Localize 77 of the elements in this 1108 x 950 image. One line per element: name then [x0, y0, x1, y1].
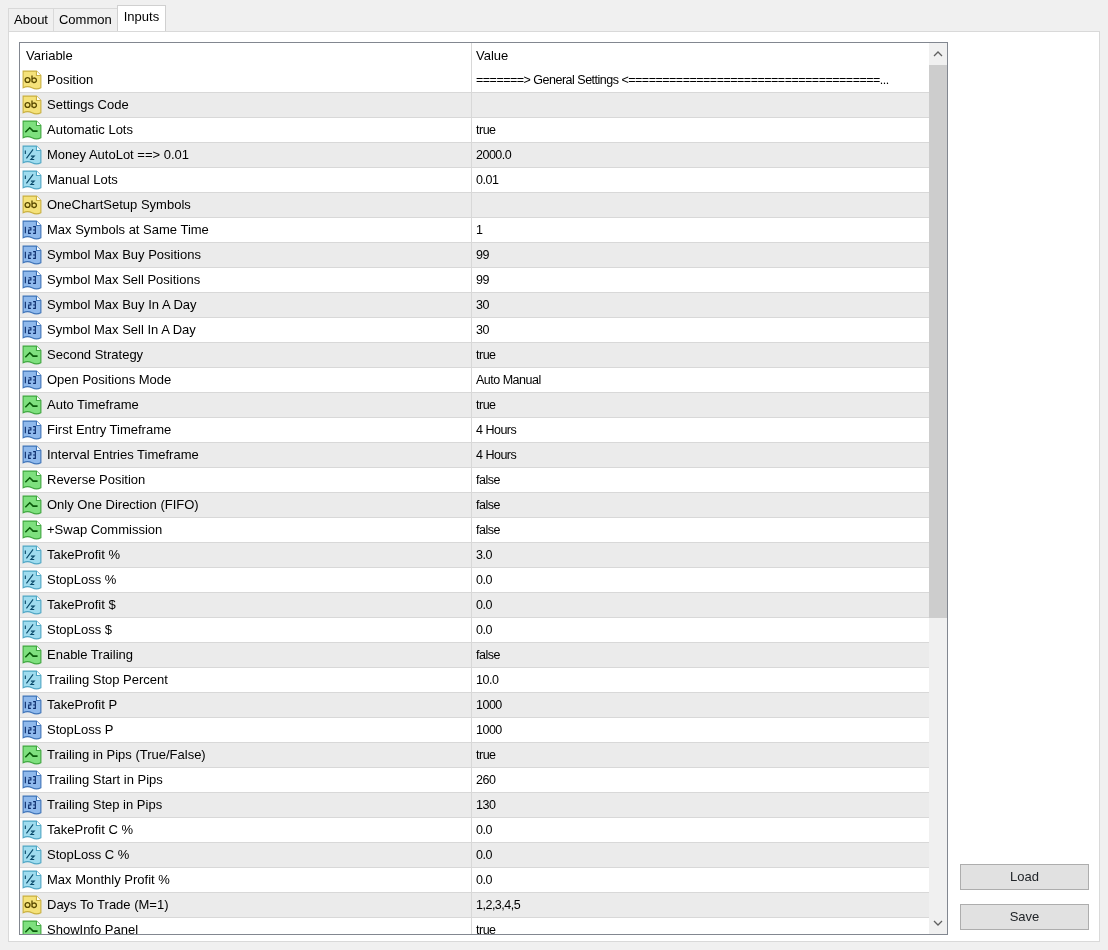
value-cell[interactable]: true: [476, 397, 496, 412]
value-cell[interactable]: true: [476, 747, 496, 762]
variable-name: Interval Entries Timeframe: [47, 446, 199, 465]
value-cell[interactable]: true: [476, 347, 496, 362]
variable-name: Reverse Position: [47, 471, 146, 490]
variable-name: Manual Lots: [47, 171, 118, 190]
value-cell[interactable]: 0.0: [476, 622, 492, 637]
value-cell[interactable]: 0.0: [476, 847, 492, 862]
variable-name: Symbol Max Sell In A Day: [47, 321, 196, 340]
variable-name: Days To Trade (M=1): [47, 896, 169, 915]
column-header[interactable]: Variable: [20, 43, 472, 68]
value-cell[interactable]: false: [476, 647, 500, 662]
column-header[interactable]: Value: [472, 45, 929, 66]
value-cell[interactable]: =======> General Settings <=====================================...: [476, 72, 889, 87]
variable-name: Max Symbols at Same Time: [47, 221, 209, 240]
variable-name: StopLoss $: [47, 621, 113, 640]
value-cell[interactable]: 130: [476, 797, 496, 812]
value-cell[interactable]: 4 Hours: [476, 422, 517, 437]
value-cell[interactable]: 260: [476, 772, 496, 787]
variable-name: Enable Trailing: [47, 646, 133, 665]
value-cell[interactable]: Auto Manual: [476, 372, 541, 387]
value-cell[interactable]: false: [476, 497, 500, 512]
variable-name: Symbol Max Sell Positions: [47, 271, 201, 290]
variable-name: StopLoss C %: [47, 846, 130, 865]
variable-name: Position: [47, 71, 94, 90]
value-cell[interactable]: 4 Hours: [476, 447, 517, 462]
value-cell[interactable]: 0.0: [476, 572, 492, 587]
variable-name: Automatic Lots: [47, 121, 133, 140]
value-cell[interactable]: true: [476, 922, 496, 934]
variable-name: ShowInfo Panel: [47, 921, 139, 934]
variable-name: Auto Timeframe: [47, 396, 139, 415]
value-cell[interactable]: 30: [476, 322, 489, 337]
variable-name: TakeProfit C %: [47, 821, 133, 840]
value-cell[interactable]: 99: [476, 272, 489, 287]
value-cell[interactable]: 0.01: [476, 172, 499, 187]
value-cell[interactable]: 99: [476, 247, 489, 262]
variable-name: Symbol Max Buy Positions: [47, 246, 201, 265]
value-cell[interactable]: 0.0: [476, 872, 492, 887]
variable-name: Only One Direction (FIFO): [47, 496, 199, 515]
scroll-up-icon: [933, 51, 943, 57]
variable-name: Second Strategy: [47, 346, 144, 365]
variable-name: OneChartSetup Symbols: [47, 196, 191, 215]
variable-name: Money AutoLot ==> 0.01: [47, 146, 190, 165]
variable-name: TakeProfit %: [47, 546, 120, 565]
tab[interactable]: Inputs: [116, 5, 167, 31]
value-cell[interactable]: 10.0: [476, 672, 499, 687]
variable-name: Max Monthly Profit %: [47, 871, 170, 890]
dialog-button[interactable]: Save: [960, 904, 1089, 930]
dialog-button[interactable]: Load: [960, 864, 1089, 890]
value-cell[interactable]: 3.0: [476, 547, 492, 562]
variable-name: StopLoss P: [47, 721, 114, 740]
value-cell[interactable]: false: [476, 522, 500, 537]
value-cell[interactable]: 1,2,3,4,5: [476, 897, 521, 912]
value-cell[interactable]: 30: [476, 297, 489, 312]
value-cell[interactable]: false: [476, 472, 500, 487]
value-cell[interactable]: true: [476, 122, 496, 137]
tab[interactable]: About: [8, 8, 54, 31]
variable-name: StopLoss %: [47, 571, 117, 590]
variable-name: TakeProfit $: [47, 596, 116, 615]
value-cell[interactable]: 0.0: [476, 597, 492, 612]
variable-name: Trailing Stop Percent: [47, 671, 168, 690]
variable-name: Trailing in Pips (True/False): [47, 746, 206, 765]
value-cell[interactable]: 0.0: [476, 822, 492, 837]
variable-name: Open Positions Mode: [47, 371, 172, 390]
scroll-down-icon: [933, 920, 943, 926]
value-cell[interactable]: 1000: [476, 722, 502, 737]
variable-name: Symbol Max Buy In A Day: [47, 296, 197, 315]
variable-name: First Entry Timeframe: [47, 421, 172, 440]
variable-name: Settings Code: [47, 96, 129, 115]
variable-name: TakeProfit P: [47, 696, 118, 715]
variable-name: +Swap Commission: [47, 521, 163, 540]
value-cell[interactable]: 1000: [476, 697, 502, 712]
variable-name: Trailing Start in Pips: [47, 771, 163, 790]
value-cell[interactable]: 2000.0: [476, 147, 512, 162]
scrollbar-thumb[interactable]: [929, 65, 947, 618]
value-cell[interactable]: 1: [476, 222, 483, 237]
variable-name: Trailing Step in Pips: [47, 796, 163, 815]
